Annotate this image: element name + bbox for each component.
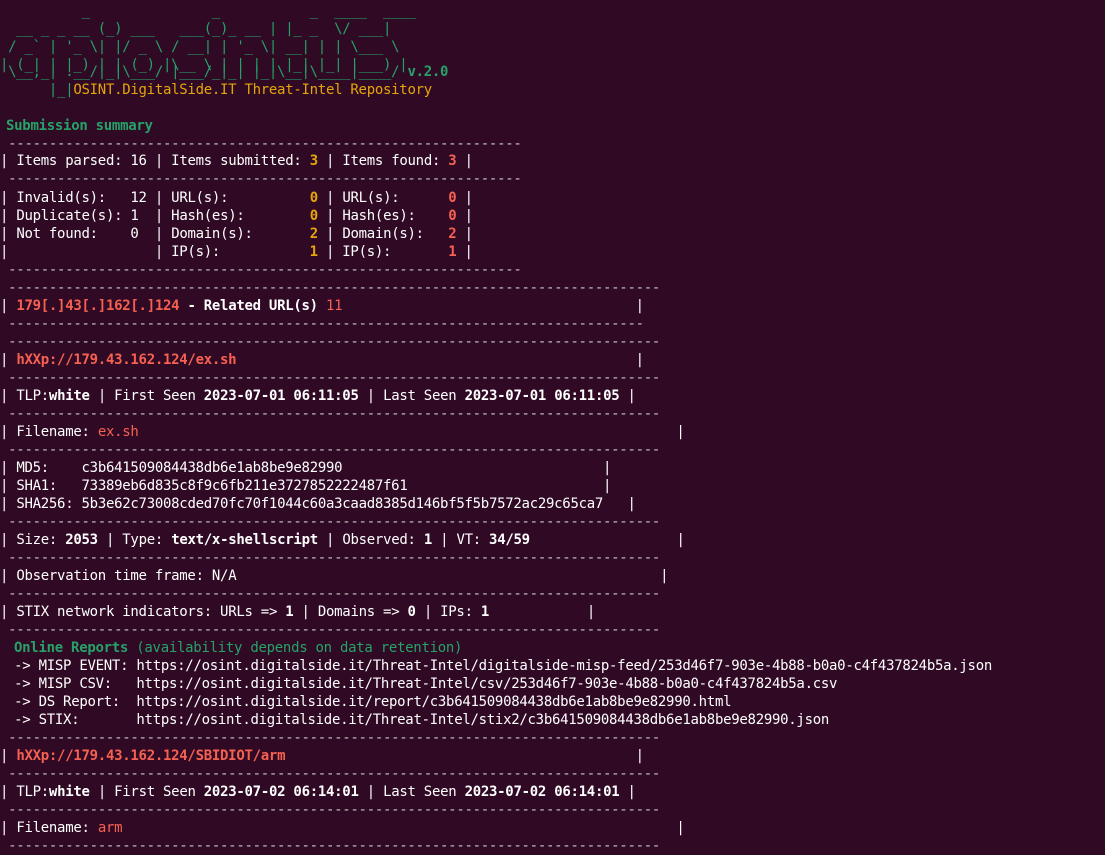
ip-related-row: | 179[.]43[.]162[.]124 - Related URL(s) … [0,298,644,314]
logo-art-line: |_| [0,82,74,98]
sha1-value: 73389eb6d835c8f9c6fb211e3727852222487f61 [81,478,408,494]
divider: ----------------------------------------… [0,442,661,458]
divider: ----------------------------------------… [0,550,661,566]
logo-tagline-line: |_|OSINT.DigitalSide.IT Threat-Intel Rep… [0,81,432,99]
divider: ----------------------------------------… [0,334,661,350]
divider: ----------------------------------------… [0,802,661,818]
summary-title: Submission summary [6,118,153,134]
related-count: 11 [325,298,343,314]
terminal-window[interactable]: _ _ _ ____ ____ __ _ _ __ (_) ___ ___(_)… [0,0,1105,854]
size-type-row: | Size: 2053 | Type: text/x-shellscript … [0,532,685,548]
entry-url-row: | hXXp://179.43.162.124/ex.sh | [0,352,644,368]
filename-row: | Filename: arm | [0,820,685,836]
md5-row: | MD5: c3b641509084438db6e1ab8be9e82990 … [0,460,612,476]
divider: ----------------------------------------… [0,316,644,332]
stix-row: | STIX network indicators: URLs => 1 | D… [0,604,595,620]
items-submitted-value: 3 [309,153,318,169]
divider: ----------------------------------------… [0,262,522,278]
version-label: v.2.0 [407,64,449,80]
summary-counts-row: | Items parsed: 16 | Items submitted: 3 … [0,153,473,169]
entry-url: hXXp://179.43.162.124/ex.sh [16,352,237,368]
divider: ----------------------------------------… [0,730,661,746]
sha256-row: | SHA256: 5b3e62c73008cded70fc70f1044c60… [0,496,636,512]
report-link[interactable]: -> MISP CSV: https://osint.digitalside.i… [6,675,837,693]
items-parsed-value: 16 [130,153,147,169]
divider: ----------------------------------------… [0,136,522,152]
timeframe-row: | Observation time frame: N/A | [0,568,669,584]
sha1-row: | SHA1: 73389eb6d835c8f9c6fb211e37278522… [0,478,612,494]
divider: ----------------------------------------… [0,370,661,386]
entry-url: hXXp://179.43.162.124/SBIDIOT/arm [16,748,286,764]
divider: ----------------------------------------… [0,171,522,187]
divider: ----------------------------------------… [0,622,661,638]
logo-art-line: __ _ _ __ (_) ___ ___(_)_ __ | |_ _ \/ _… [0,21,392,37]
ip-address: 179[.]43[.]162[.]124 [16,298,180,314]
divider: ----------------------------------------… [0,838,661,854]
logo-art-line: / _` | '_ \| |/ _ \ / __| | '_ \| __| | … [0,39,400,55]
logo-art-bottom: \__,_| .__/|_|\___/ |___/_|_| |_|\__|\__… [0,63,448,81]
report-link[interactable]: -> STIX: https://osint.digitalside.it/Th… [6,711,829,729]
tlp-row: | TLP:white | First Seen 2023-07-02 06:1… [0,784,636,800]
logo-art-line: \__,_| .__/|_|\___/ |___/_|_| |_|\__|\__… [0,64,400,80]
tagline: OSINT.DigitalSide.IT Threat-Intel Reposi… [73,82,432,98]
summary-row: | | IP(s): 1 | IP(s): 1 | [0,244,473,260]
report-link[interactable]: -> DS Report: https://osint.digitalside.… [6,693,731,711]
sha256-value: 5b3e62c73008cded70fc70f1044c60a3caad8385… [81,496,604,512]
filename-value: arm [97,820,123,836]
divider: ----------------------------------------… [0,280,661,296]
filename-row: | Filename: ex.sh | [0,424,685,440]
summary-row: | Duplicate(s): 1 | Hash(es): 0 | Hash(e… [0,208,473,224]
entry-url-row: | hXXp://179.43.162.124/SBIDIOT/arm | [0,748,644,764]
divider: ----------------------------------------… [0,586,661,602]
divider: ----------------------------------------… [0,406,661,422]
summary-row: | Not found: 0 | Domain(s): 2 | Domain(s… [0,226,473,242]
report-link[interactable]: -> MISP EVENT: https://osint.digitalside… [6,657,992,675]
divider: ----------------------------------------… [0,766,661,782]
items-found-value: 3 [448,153,457,169]
logo-art-line: _ _ _ ____ ____ [0,3,416,19]
divider: ----------------------------------------… [0,514,661,530]
filename-value: ex.sh [97,424,139,440]
tlp-row: | TLP:white | First Seen 2023-07-01 06:1… [0,388,636,404]
md5-value: c3b641509084438db6e1ab8be9e82990 [81,460,343,476]
online-reports-header: Online Reports (availability depends on … [14,640,463,656]
summary-row: | Invalid(s): 12 | URL(s): 0 | URL(s): 0… [0,190,473,206]
